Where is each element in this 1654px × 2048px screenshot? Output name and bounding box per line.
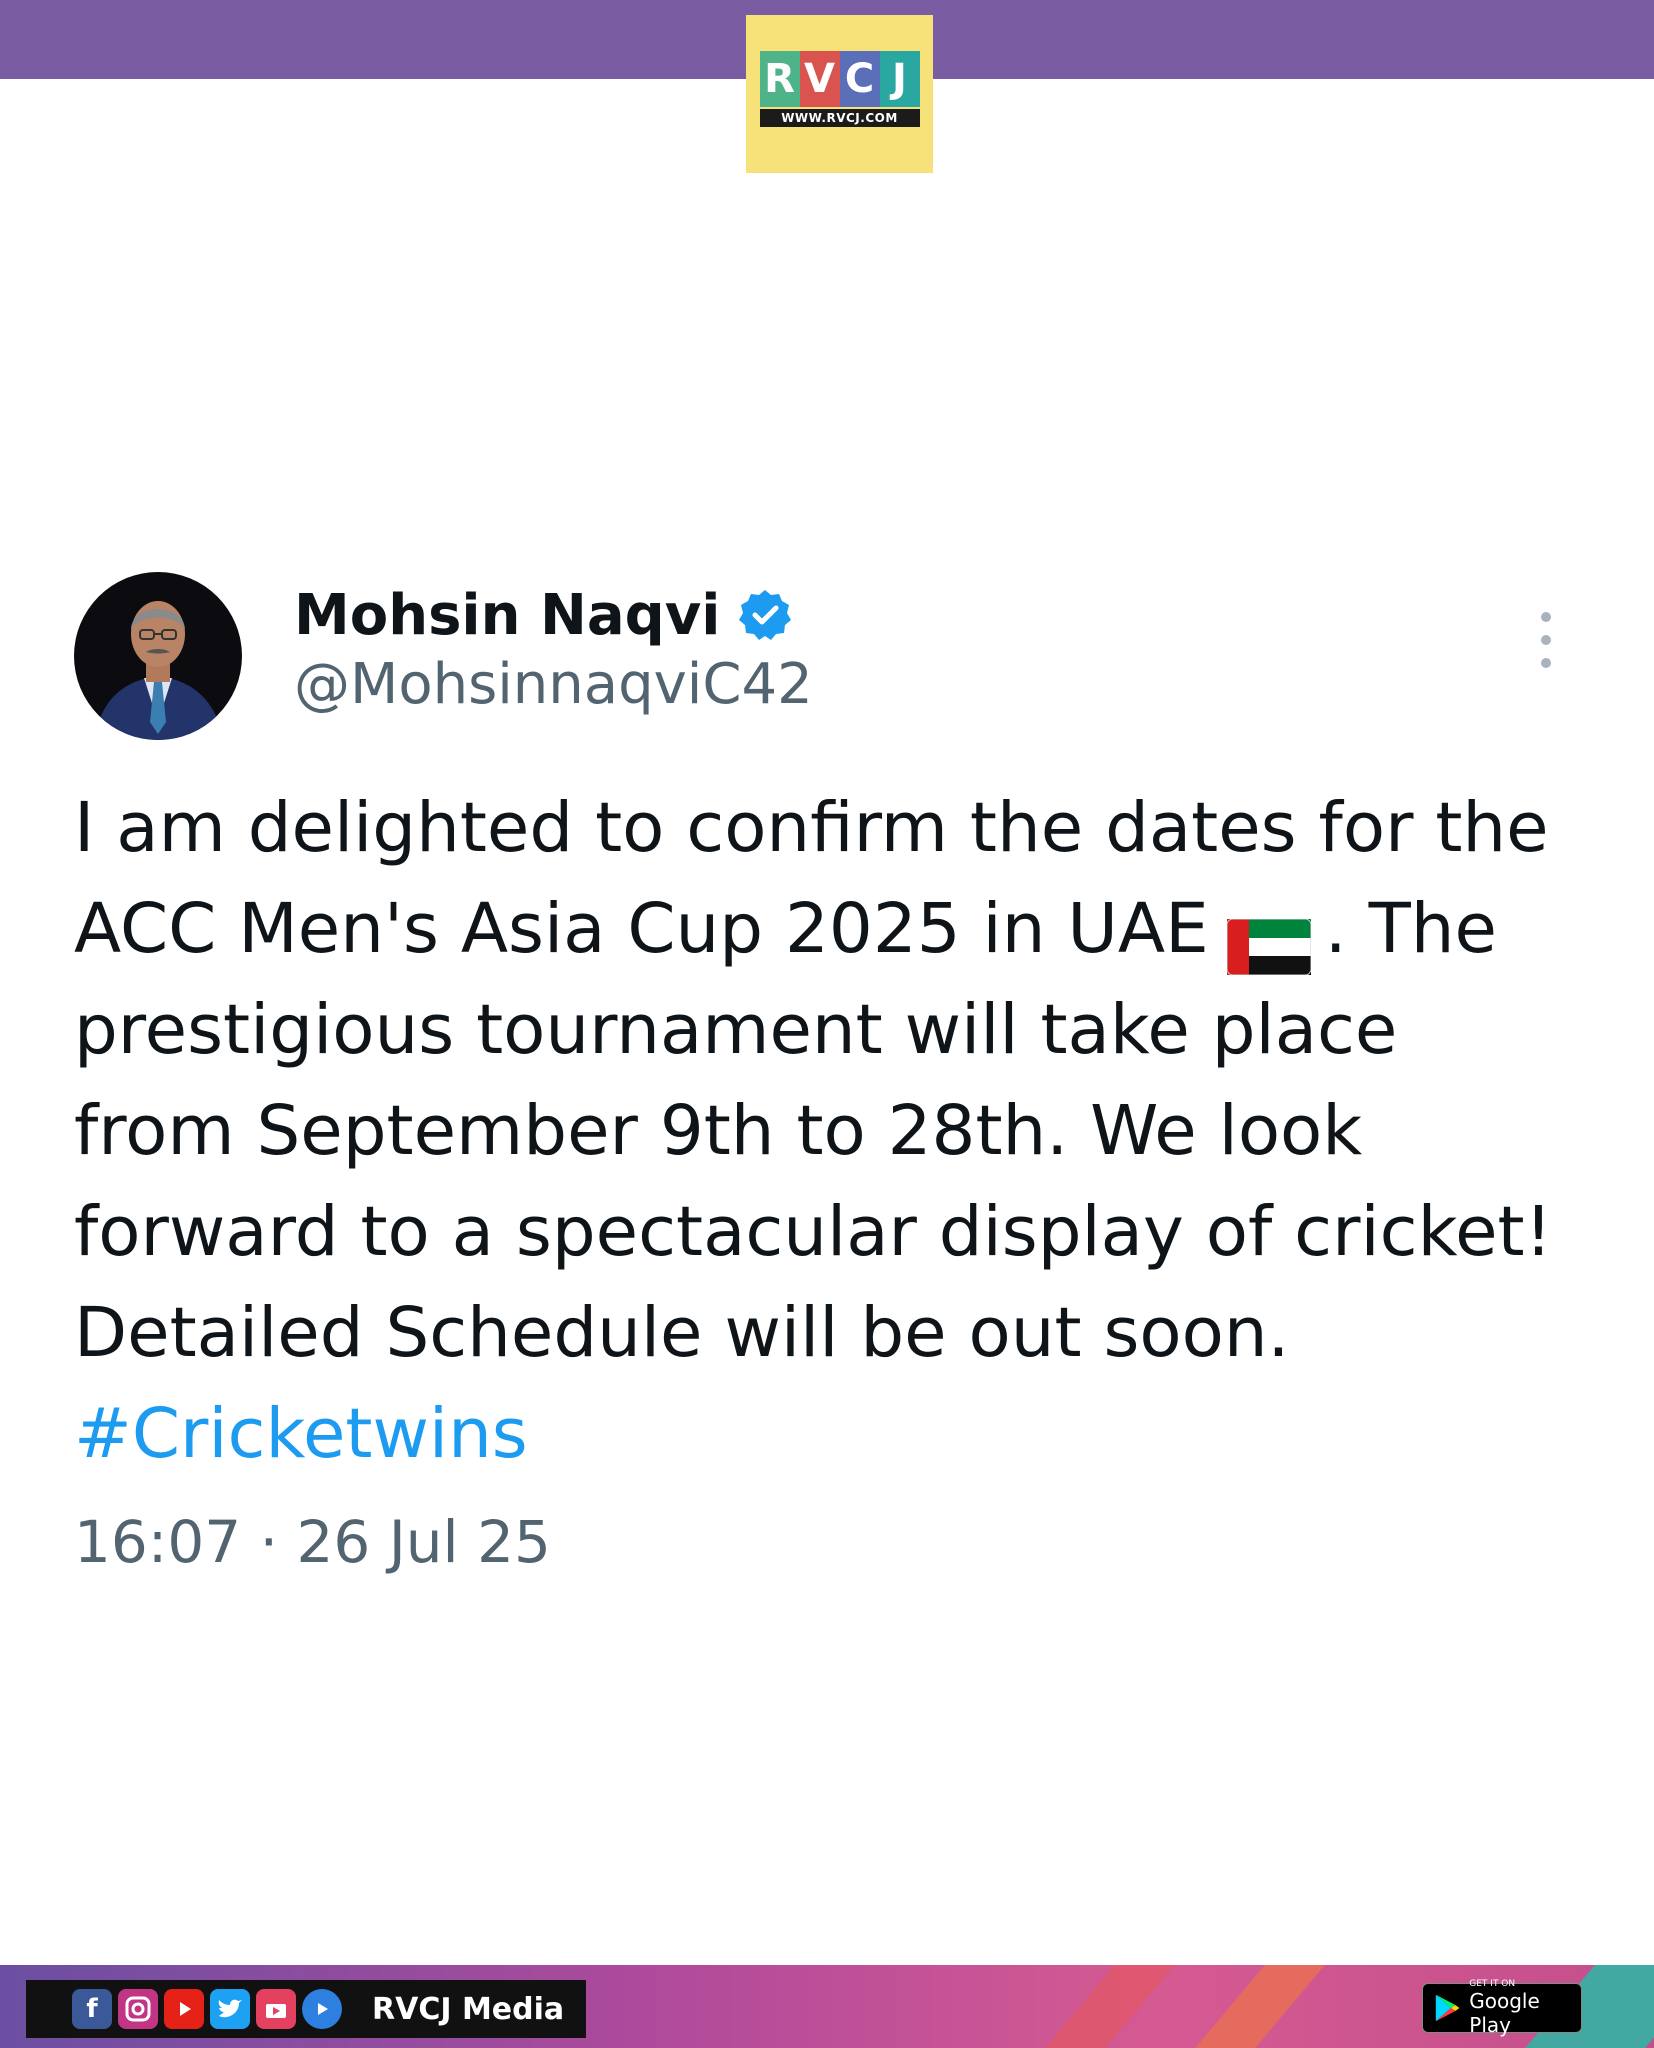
twitter-icon[interactable]	[210, 1989, 250, 2029]
author-name-row: Mohsin Naqvi	[294, 580, 792, 650]
page: R V C J WWW.RVCJ.COM Mohsin Naqvi @Mohsi…	[0, 0, 1654, 2048]
social-links-bar: f RVCJ Media	[26, 1980, 586, 2038]
logo-letters: R V C J	[759, 51, 920, 107]
brand-label: RVCJ Media	[372, 1991, 565, 2027]
google-play-icon	[1435, 1994, 1460, 2022]
tweet-line: I am delighted to confirm the dates for …	[74, 788, 1549, 868]
tweet-line-with-flag: ACC Men's Asia Cup 2025 in UAE . The	[74, 879, 1574, 980]
tweet-text: I am delighted to confirm the dates for …	[74, 778, 1574, 1485]
tweet-timestamp[interactable]: 16:07 · 26 Jul 25	[74, 1508, 551, 1576]
facebook-icon[interactable]: f	[72, 1989, 112, 2029]
more-dot-icon	[1541, 635, 1551, 645]
logo-letter: C	[839, 51, 880, 107]
youtube-icon[interactable]	[164, 1989, 204, 2029]
tweet-line: Detailed Schedule will be out soon.	[74, 1293, 1290, 1373]
instagram-icon[interactable]	[118, 1989, 158, 2029]
banner-stripe	[1045, 1965, 1175, 2048]
verified-badge-icon	[738, 588, 792, 642]
more-dot-icon	[1541, 612, 1551, 622]
play-icon[interactable]	[302, 1989, 342, 2029]
tweet-line: prestigious tournament will take place	[74, 990, 1398, 1070]
video-icon[interactable]	[256, 1989, 296, 2029]
play-badge-small-text: GET IT ON	[1469, 1979, 1516, 1989]
logo-url: WWW.RVCJ.COM	[759, 109, 920, 127]
avatar-image	[74, 572, 242, 740]
tweet-line-text: ACC Men's Asia Cup 2025 in UAE	[74, 889, 1209, 969]
author-name[interactable]: Mohsin Naqvi	[294, 583, 720, 648]
author-handle[interactable]: @MohsinnaqviC42	[294, 652, 813, 717]
author-avatar[interactable]	[74, 572, 242, 740]
banner-stripe	[1195, 1965, 1325, 2048]
logo-letter: J	[879, 51, 920, 107]
tweet-line-text: . The	[1324, 889, 1497, 969]
hashtag-link[interactable]: #Cricketwins	[74, 1384, 1574, 1485]
more-dot-icon	[1541, 658, 1551, 668]
logo-letter: V	[799, 51, 840, 107]
tweet-line: from September 9th to 28th. We look	[74, 1091, 1363, 1171]
tweet-line: forward to a spectacular display of cric…	[74, 1192, 1553, 1272]
rvcj-logo: R V C J WWW.RVCJ.COM	[746, 15, 933, 173]
uae-flag-icon	[1226, 902, 1312, 975]
more-options-button[interactable]	[1530, 612, 1562, 668]
logo-letter: R	[759, 51, 800, 107]
play-badge-big-text: Google Play	[1469, 1989, 1540, 2037]
google-play-badge[interactable]: GET IT ON Google Play	[1422, 1979, 1582, 2037]
